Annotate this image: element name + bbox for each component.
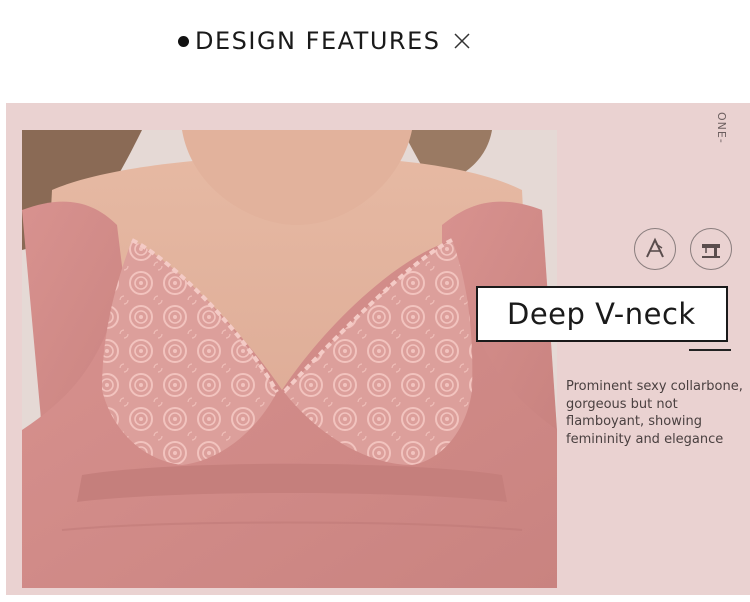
close-icon[interactable] [452,31,472,51]
fabric-cutting-icon [634,228,676,270]
feature-title: Deep V-neck [507,297,696,331]
title-underline [689,349,731,351]
garment-illustration [22,130,557,588]
section-header: DESIGN FEATURES [178,24,472,58]
section-title: DESIGN FEATURES [195,27,441,55]
product-photo [22,130,557,588]
feature-description: Prominent sexy collarbone, gorgeous but … [566,379,743,447]
bullet-dot [178,35,189,47]
side-vertical-label: ONE- [715,112,728,144]
sewing-machine-icon [690,228,732,270]
